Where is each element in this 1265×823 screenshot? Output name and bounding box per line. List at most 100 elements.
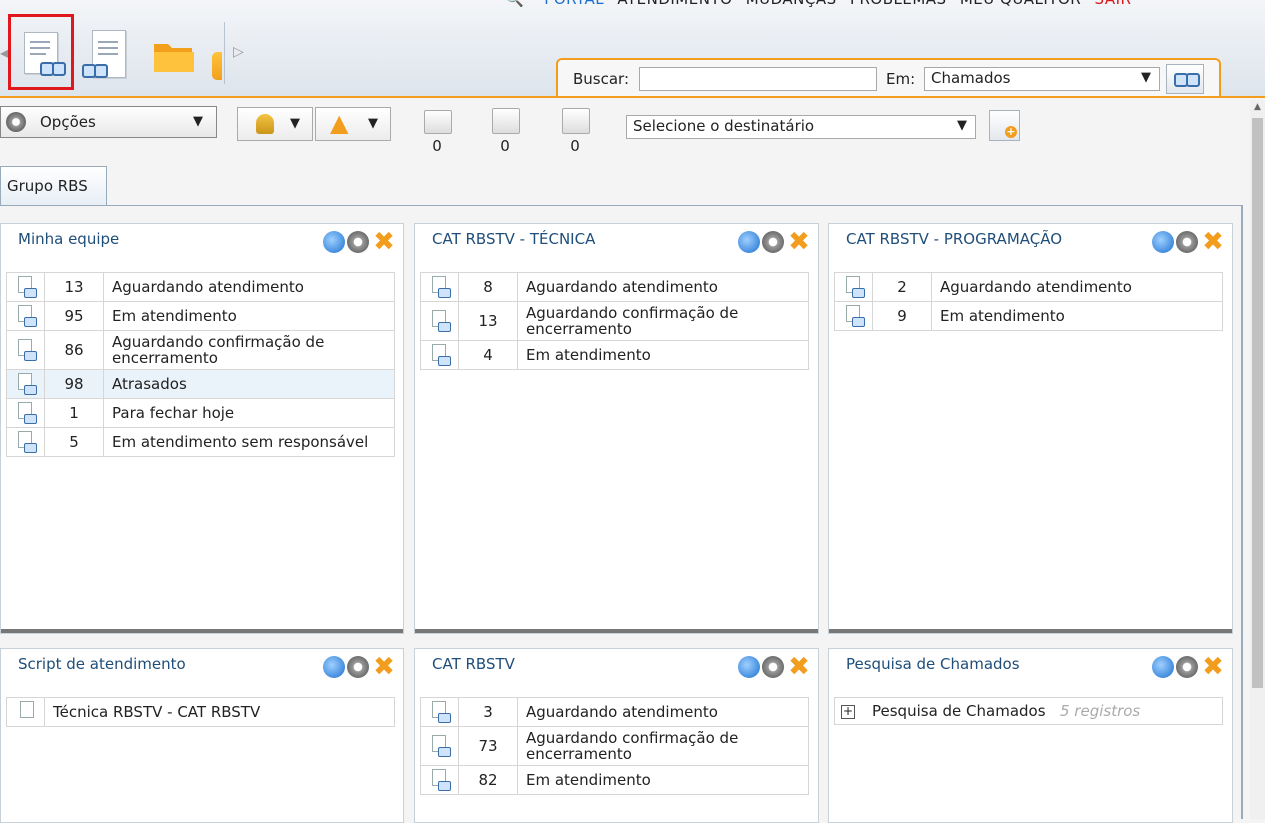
ticket-list-icon[interactable]: [16, 339, 37, 361]
portal-link[interactable]: PORTAL: [544, 0, 604, 8]
table-row[interactable]: Técnica RBSTV - CAT RBSTV: [6, 697, 395, 727]
ticket-list-icon[interactable]: [844, 276, 865, 298]
ticket-list-icon[interactable]: [844, 305, 865, 327]
alert-filter-dropdown[interactable]: ▲ ▼: [315, 107, 391, 141]
close-icon[interactable]: ✖: [371, 229, 397, 255]
ticket-summary-table: 8 Aguardando atendimento 13 Aguardando con…: [420, 272, 809, 370]
ticket-search-icon[interactable]: [80, 28, 134, 86]
row-label[interactable]: Aguardando confirmação de encerramento: [517, 726, 809, 766]
row-label[interactable]: Aguardando confirmação de encerramento: [517, 301, 809, 341]
row-label[interactable]: Em atendimento sem responsável: [103, 427, 395, 457]
ticket-list-icon[interactable]: [430, 769, 451, 791]
ticket-list-icon[interactable]: [430, 701, 451, 723]
refresh-icon[interactable]: [738, 656, 760, 678]
script-icon[interactable]: [16, 701, 36, 723]
tree-row[interactable]: + Pesquisa de Chamados 5 registros: [834, 697, 1223, 725]
table-row[interactable]: 82 Em atendimento: [420, 765, 809, 795]
search-scope-select[interactable]: Chamados ▼: [924, 67, 1160, 91]
table-row[interactable]: 8 Aguardando atendimento: [420, 272, 809, 302]
table-row[interactable]: 13 Aguardando confirmação de encerramento: [420, 301, 809, 341]
gear-icon[interactable]: [762, 231, 784, 253]
table-row[interactable]: 73 Aguardando confirmação de encerramento: [420, 726, 809, 766]
panel-title: CAT RBSTV - TÉCNICA: [432, 230, 596, 248]
folder-icon[interactable]: [152, 38, 196, 74]
problemas-link[interactable]: PROBLEMAS: [850, 0, 947, 8]
search-button[interactable]: [1166, 64, 1204, 94]
gear-icon[interactable]: [347, 656, 369, 678]
search-magnifier-icon[interactable]: 🔍: [505, 0, 531, 8]
panel-title: Pesquisa de Chamados: [846, 655, 1020, 673]
close-icon[interactable]: ✖: [786, 229, 812, 255]
gear-icon[interactable]: [762, 656, 784, 678]
row-label[interactable]: Em atendimento: [931, 301, 1223, 331]
add-recipient-button[interactable]: +: [989, 110, 1020, 141]
toolbar-scroll-right-icon[interactable]: ▷: [233, 44, 244, 60]
row-count: 82: [458, 765, 518, 795]
refresh-icon[interactable]: [323, 231, 345, 253]
user-filter-dropdown[interactable]: ▼: [237, 107, 313, 141]
row-label[interactable]: Para fechar hoje: [103, 398, 395, 428]
tree-label[interactable]: Pesquisa de Chamados: [872, 702, 1046, 720]
row-label[interactable]: Aguardando atendimento: [517, 272, 809, 302]
table-row[interactable]: 2 Aguardando atendimento: [834, 272, 1223, 302]
close-icon[interactable]: ✖: [371, 654, 397, 680]
partial-toolbar-icon[interactable]: [212, 52, 222, 80]
atendimento-link[interactable]: ATENDIMENTO: [617, 0, 732, 8]
row-count: 9: [872, 301, 932, 331]
row-label[interactable]: Em atendimento: [103, 301, 395, 331]
close-icon[interactable]: ✖: [1200, 654, 1226, 680]
gear-icon[interactable]: [1176, 231, 1198, 253]
meu-qualitor-link[interactable]: MEU QUALITOR: [960, 0, 1081, 8]
ticket-list-icon[interactable]: [430, 735, 451, 757]
ticket-list-icon[interactable]: [16, 402, 37, 424]
panel-title: CAT RBSTV: [432, 655, 515, 673]
ticket-list-icon[interactable]: [16, 305, 37, 327]
search-input[interactable]: [639, 67, 877, 91]
row-label[interactable]: Aguardando atendimento: [517, 697, 809, 727]
refresh-icon[interactable]: [323, 656, 345, 678]
tab-grupo-rbs[interactable]: Grupo RBS: [0, 166, 107, 206]
message-settings-icon[interactable]: [562, 108, 590, 134]
options-dropdown[interactable]: Opções ▼: [0, 106, 217, 138]
row-label[interactable]: Atrasados: [103, 369, 395, 399]
ticket-list-icon[interactable]: [16, 373, 37, 395]
scrollbar-thumb[interactable]: [1252, 118, 1263, 688]
refresh-icon[interactable]: [1152, 231, 1174, 253]
ticket-list-icon[interactable]: [430, 276, 451, 298]
ticket-list-icon[interactable]: [16, 431, 37, 453]
row-label[interactable]: Técnica RBSTV - CAT RBSTV: [44, 697, 395, 727]
expand-icon[interactable]: +: [841, 705, 855, 719]
close-icon[interactable]: ✖: [786, 654, 812, 680]
scroll-up-icon[interactable]: ▲: [1252, 102, 1263, 114]
ticket-list-icon[interactable]: [16, 276, 37, 298]
refresh-icon[interactable]: [1152, 656, 1174, 678]
row-label[interactable]: Aguardando atendimento: [931, 272, 1223, 302]
table-row[interactable]: 5 Em atendimento sem responsável: [6, 427, 395, 457]
ticket-list-icon[interactable]: [430, 344, 451, 366]
table-row[interactable]: 9 Em atendimento: [834, 301, 1223, 331]
outbox-icon[interactable]: [492, 108, 520, 134]
mudancas-link[interactable]: MUDANÇAS: [746, 0, 837, 8]
toolbar-divider: [224, 22, 225, 84]
chevron-down-icon: ▼: [290, 116, 300, 131]
table-row[interactable]: 13 Aguardando atendimento: [6, 272, 395, 302]
recipient-select[interactable]: Selecione o destinatário ▼: [626, 115, 976, 139]
table-row[interactable]: 95 Em atendimento: [6, 301, 395, 331]
close-icon[interactable]: ✖: [1200, 229, 1226, 255]
table-row[interactable]: 3 Aguardando atendimento: [420, 697, 809, 727]
panel-bottom-border: [415, 629, 818, 633]
table-row[interactable]: 86 Aguardando confirmação de encerramento: [6, 330, 395, 370]
inbox-icon[interactable]: [424, 110, 452, 134]
table-row[interactable]: 4 Em atendimento: [420, 340, 809, 370]
row-label[interactable]: Em atendimento: [517, 340, 809, 370]
sair-link[interactable]: SAIR: [1095, 0, 1132, 8]
gear-icon[interactable]: [347, 231, 369, 253]
ticket-list-icon[interactable]: [430, 310, 451, 332]
row-label[interactable]: Em atendimento: [517, 765, 809, 795]
table-row[interactable]: 98 Atrasados: [6, 369, 395, 399]
gear-icon[interactable]: [1176, 656, 1198, 678]
refresh-icon[interactable]: [738, 231, 760, 253]
table-row[interactable]: 1 Para fechar hoje: [6, 398, 395, 428]
row-label[interactable]: Aguardando atendimento: [103, 272, 395, 302]
row-label[interactable]: Aguardando confirmação de encerramento: [103, 330, 395, 370]
